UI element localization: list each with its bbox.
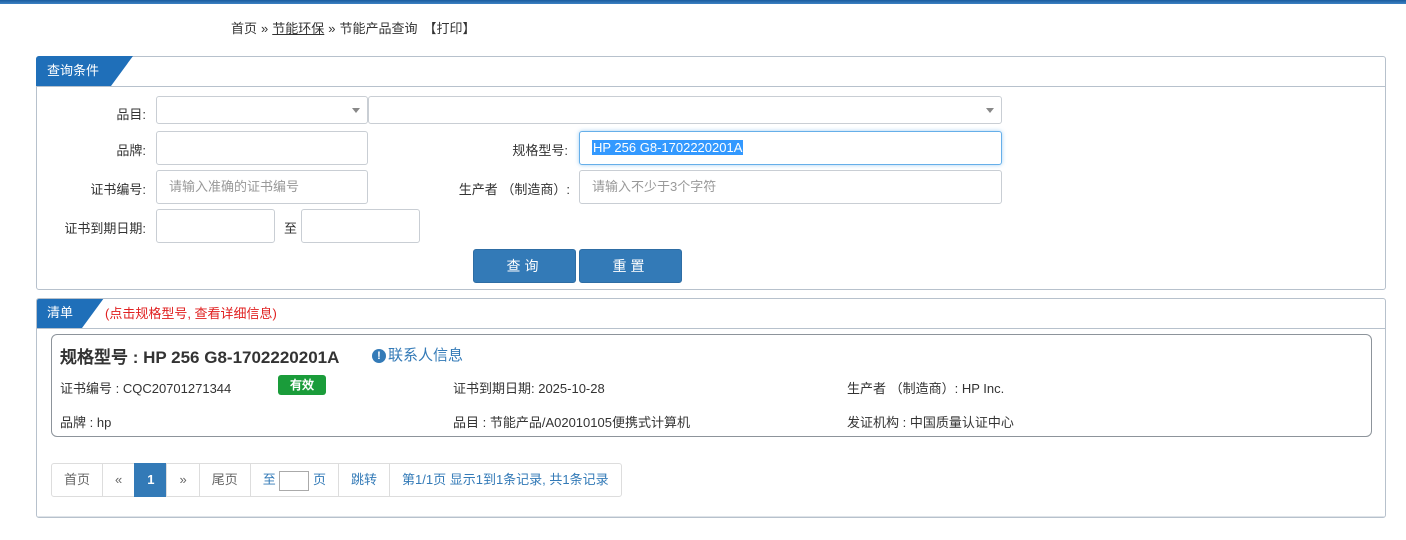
status-badge: 有效 xyxy=(278,375,326,395)
category-sub-select[interactable] xyxy=(368,96,1002,124)
info-icon: ! xyxy=(372,349,386,363)
pager-goto-input[interactable] xyxy=(279,470,310,491)
pager-page-1[interactable]: 1 xyxy=(134,463,168,497)
pager-goto-suffix: 页 xyxy=(313,472,327,487)
cert-no-label: 证书编号: xyxy=(90,182,146,197)
breadcrumb-current: 节能产品查询 xyxy=(339,21,418,36)
brand-label: 品牌: xyxy=(116,143,146,158)
print-link[interactable]: 【打印】 xyxy=(424,21,476,36)
result-cert-no: 证书编号 : CQC20701271344 xyxy=(60,381,232,396)
search-button[interactable]: 查询 xyxy=(473,249,576,283)
model-label: 规格型号: xyxy=(512,143,568,158)
results-panel: 清单 (点击规格型号, 查看详细信息) 规格型号 : HP 256 G8-170… xyxy=(36,298,1386,518)
breadcrumb-section-link[interactable]: 节能环保 xyxy=(272,21,324,36)
results-panel-header: 清单 (点击规格型号, 查看详细信息) xyxy=(37,299,1385,329)
result-model-link[interactable]: 规格型号 : HP 256 G8-1702220201A xyxy=(60,343,339,368)
breadcrumb-separator: » xyxy=(261,21,269,36)
result-issuer: 发证机构 : 中国质量认证中心 xyxy=(847,415,1014,430)
pager-prev[interactable]: « xyxy=(102,463,136,497)
breadcrumb: 首页» 节能环保» 节能产品查询 【打印】 xyxy=(231,20,476,38)
pagination: 首页 « 1 » 尾页 至 页 跳转 第1/1页 显示1到1条记录, 共1条记录 xyxy=(51,463,622,497)
results-hint: (点击规格型号, 查看详细信息) xyxy=(105,306,277,321)
reset-button[interactable]: 重置 xyxy=(579,249,682,283)
contact-info-label: 联系人信息 xyxy=(388,347,464,364)
expiry-to-label: 至 xyxy=(283,221,297,236)
pager-summary: 第1/1页 显示1到1条记录, 共1条记录 xyxy=(389,463,622,497)
breadcrumb-home[interactable]: 首页 xyxy=(231,21,257,36)
category-label: 品目: xyxy=(116,107,146,122)
expiry-to-input[interactable] xyxy=(301,209,420,243)
query-panel-header: 查询条件 xyxy=(36,56,1385,87)
results-footer-bar xyxy=(37,516,1385,517)
result-card: 规格型号 : HP 256 G8-1702220201A ! 联系人信息 证书编号… xyxy=(51,334,1372,437)
expiry-label: 证书到期日期: xyxy=(64,221,146,236)
expiry-from-input[interactable] xyxy=(156,209,275,243)
pager-goto-prefix: 至 xyxy=(262,472,276,487)
model-input[interactable]: HP 256 G8-1702220201A xyxy=(579,131,1002,165)
pager-goto: 至 页 xyxy=(249,463,340,497)
category-select[interactable] xyxy=(156,96,368,124)
cert-no-input[interactable]: 请输入准确的证书编号 xyxy=(156,170,368,204)
pager-first[interactable]: 首页 xyxy=(51,463,104,497)
result-expiry: 证书到期日期: 2025-10-28 xyxy=(453,381,605,396)
manufacturer-input[interactable]: 请输入不少于3个字符 xyxy=(579,170,1002,204)
query-panel-tab: 查询条件 xyxy=(36,56,133,86)
pager-jump-button[interactable]: 跳转 xyxy=(338,463,391,497)
result-brand: 品牌 : hp xyxy=(60,415,112,430)
top-accent-bar xyxy=(0,0,1406,4)
manufacturer-label: 生产者 （制造商）: xyxy=(458,182,570,197)
brand-input[interactable] xyxy=(156,131,368,165)
result-category: 品目 : 节能产品/A02010105便携式计算机 xyxy=(453,415,690,430)
breadcrumb-separator: » xyxy=(328,21,336,36)
contact-info-link[interactable]: ! 联系人信息 xyxy=(372,344,463,365)
results-panel-tab: 清单 xyxy=(37,299,104,328)
pager-next[interactable]: » xyxy=(166,463,200,497)
model-input-selected-text: HP 256 G8-1702220201A xyxy=(592,140,744,155)
result-manufacturer: 生产者 （制造商）: HP Inc. xyxy=(847,381,1005,396)
pager-last[interactable]: 尾页 xyxy=(198,463,251,497)
